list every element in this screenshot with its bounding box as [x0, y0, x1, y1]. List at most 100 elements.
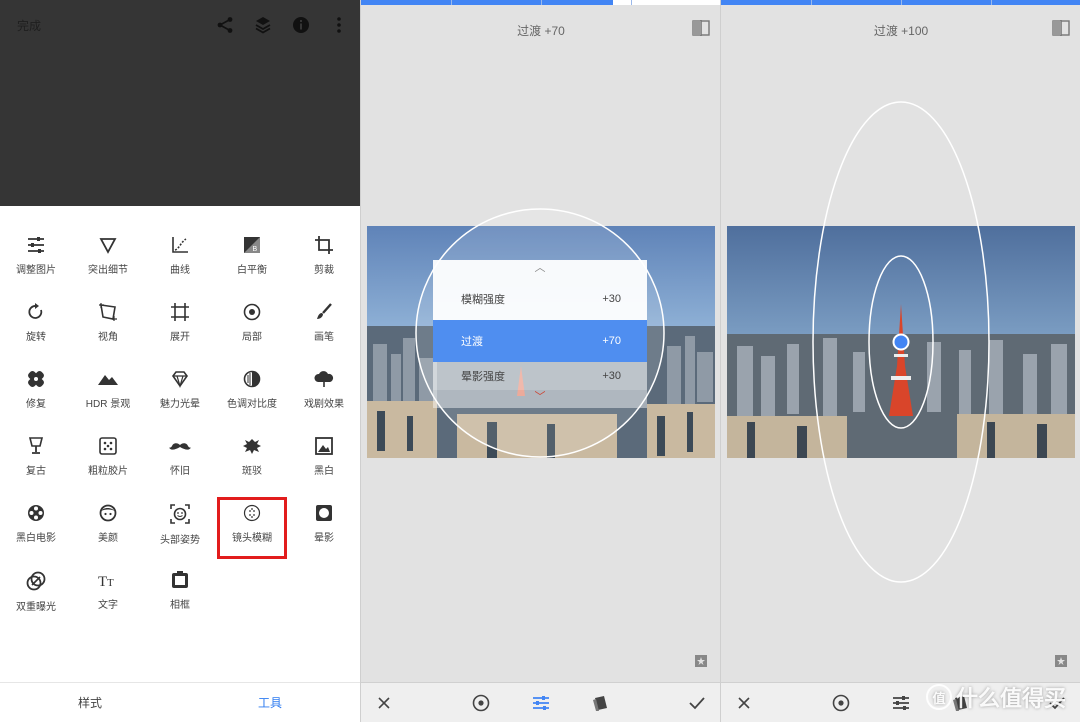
photo-preview[interactable] [727, 226, 1075, 458]
tool-black-white[interactable]: 黑白 [288, 429, 360, 493]
menu-item-transition[interactable]: 过渡 +70 [433, 320, 647, 362]
done-button[interactable]: 完成 [17, 17, 41, 34]
tool-lens-blur[interactable]: 镜头模糊 [216, 496, 288, 560]
tool-grunge[interactable]: 斑驳 [216, 429, 288, 493]
adjust-sliders-icon[interactable] [521, 683, 561, 722]
apply-check-icon[interactable] [677, 683, 717, 722]
selective-icon [243, 303, 261, 321]
rotate-icon [28, 303, 43, 319]
menu-item-value: +30 [602, 293, 621, 305]
tool-frames[interactable]: 相框 [144, 563, 216, 627]
healing-icon [28, 371, 44, 387]
tool-details[interactable]: 突出细节 [72, 228, 144, 292]
tool-label: 局部 [242, 332, 262, 343]
tool-portrait[interactable]: 美颜 [72, 496, 144, 560]
face-icon [99, 504, 117, 522]
tool-double-exposure[interactable]: 双重曝光 [0, 563, 72, 627]
vignette-icon [316, 505, 332, 521]
drama-cloud-icon [314, 371, 334, 387]
tool-label: 戏剧效果 [304, 399, 344, 410]
close-icon[interactable] [364, 683, 404, 722]
tool-perspective[interactable]: 视角 [72, 295, 144, 359]
mountain-icon [98, 375, 118, 385]
bookmark-icon[interactable] [1054, 654, 1068, 673]
glamour-glow-icon [172, 371, 188, 388]
svg-text:T: T [98, 574, 107, 589]
menu-item-blur-strength[interactable]: 模糊强度 +30 [433, 278, 647, 320]
compare-icon[interactable] [692, 20, 710, 41]
perspective-icon [99, 303, 117, 321]
tool-glamour-glow[interactable]: 魅力光晕 [144, 362, 216, 426]
adjustment-title: 过渡 +70 [517, 24, 565, 38]
tool-label: 剪裁 [314, 265, 334, 276]
menu-item-label: 模糊强度 [461, 294, 505, 306]
close-icon[interactable] [724, 683, 764, 722]
tool-label: 怀旧 [170, 466, 190, 477]
tool-label: 美颜 [98, 533, 118, 544]
compare-icon[interactable] [1052, 20, 1070, 41]
tool-head-pose[interactable]: 头部姿势 [144, 496, 216, 560]
tool-label: 相框 [170, 600, 190, 611]
layers-stack-icon[interactable] [250, 12, 276, 38]
watermark-text: 什么值得买 [955, 686, 1066, 711]
tool-label: 画笔 [314, 332, 334, 343]
focus-point-icon[interactable] [821, 683, 861, 722]
tool-rotate[interactable]: 旋转 [0, 295, 72, 359]
tune-sliders-icon [28, 237, 44, 253]
tool-label: 双重曝光 [16, 602, 56, 613]
info-icon[interactable] [288, 12, 314, 38]
tool-selective[interactable]: 局部 [216, 295, 288, 359]
tool-retrolux[interactable]: 怀旧 [144, 429, 216, 493]
image-preview-area: 完成 [0, 0, 360, 206]
tool-label: 展开 [170, 332, 190, 343]
tool-brush[interactable]: 画笔 [288, 295, 360, 359]
lens-blur-transition-screen: 过渡 +100 值 什么值得买 [720, 0, 1080, 722]
tab-tools[interactable]: 工具 [180, 683, 360, 722]
expand-icon [171, 303, 189, 321]
tool-crop[interactable]: 剪裁 [288, 228, 360, 292]
brush-icon [317, 303, 332, 319]
grunge-icon [243, 439, 261, 454]
blur-style-icon[interactable] [581, 683, 621, 722]
tool-tonal-contrast[interactable]: 色调对比度 [216, 362, 288, 426]
film-reel-icon [28, 505, 44, 521]
lens-blur-menu-screen: 过渡 +70 ︿ 模糊强度 +30 过渡 +70 晕影强度 +30 ﹀ [360, 0, 720, 722]
tool-label: HDR 景观 [85, 399, 131, 410]
screenshot-collage: 完成 调整图片 突出细节 曲线 B 白平衡 剪裁 旋转 视角 展开 局部 画笔 … [0, 0, 1080, 722]
progress-tick [451, 0, 452, 5]
grainy-film-icon [99, 437, 117, 455]
bookmark-icon[interactable] [694, 654, 708, 673]
tool-label: 复古 [26, 466, 46, 477]
tool-label: 粗粒胶片 [88, 466, 128, 477]
tool-label: 黑白 [314, 466, 334, 477]
progress-tick [541, 0, 542, 5]
menu-down-chevron[interactable]: ﹀ [433, 390, 647, 408]
tool-tune-image[interactable]: 调整图片 [0, 228, 72, 292]
more-menu-icon[interactable] [326, 12, 352, 38]
head-pose-icon [170, 504, 190, 524]
tool-expand[interactable]: 展开 [144, 295, 216, 359]
adjust-sliders-icon[interactable] [881, 683, 921, 722]
tool-drama[interactable]: 戏剧效果 [288, 362, 360, 426]
tool-vintage[interactable]: 复古 [0, 429, 72, 493]
mustache-icon [169, 443, 191, 450]
menu-item-value: +70 [602, 335, 621, 347]
tool-noir[interactable]: 黑白电影 [0, 496, 72, 560]
watermark: 值 什么值得买 [925, 682, 1066, 712]
tool-vignette[interactable]: 晕影 [288, 496, 360, 560]
tool-label: 白平衡 [237, 265, 267, 276]
tool-text[interactable]: TT 文字 [72, 563, 144, 627]
tool-healing[interactable]: 修复 [0, 362, 72, 426]
tool-white-balance[interactable]: B 白平衡 [216, 228, 288, 292]
menu-up-chevron[interactable]: ︿ [433, 260, 647, 278]
tool-grainy-film[interactable]: 粗粒胶片 [72, 429, 144, 493]
progress-tick [991, 0, 992, 5]
adjustment-progress-bar [721, 0, 1080, 5]
tool-hdr[interactable]: HDR 景观 [72, 362, 144, 426]
tool-curves[interactable]: 曲线 [144, 228, 216, 292]
tab-styles[interactable]: 样式 [0, 683, 180, 722]
focus-point-icon[interactable] [461, 683, 501, 722]
menu-item-vignette-strength[interactable]: 晕影强度 +30 [433, 362, 647, 390]
share-icon[interactable] [212, 12, 238, 38]
tool-label: 晕影 [314, 533, 334, 544]
